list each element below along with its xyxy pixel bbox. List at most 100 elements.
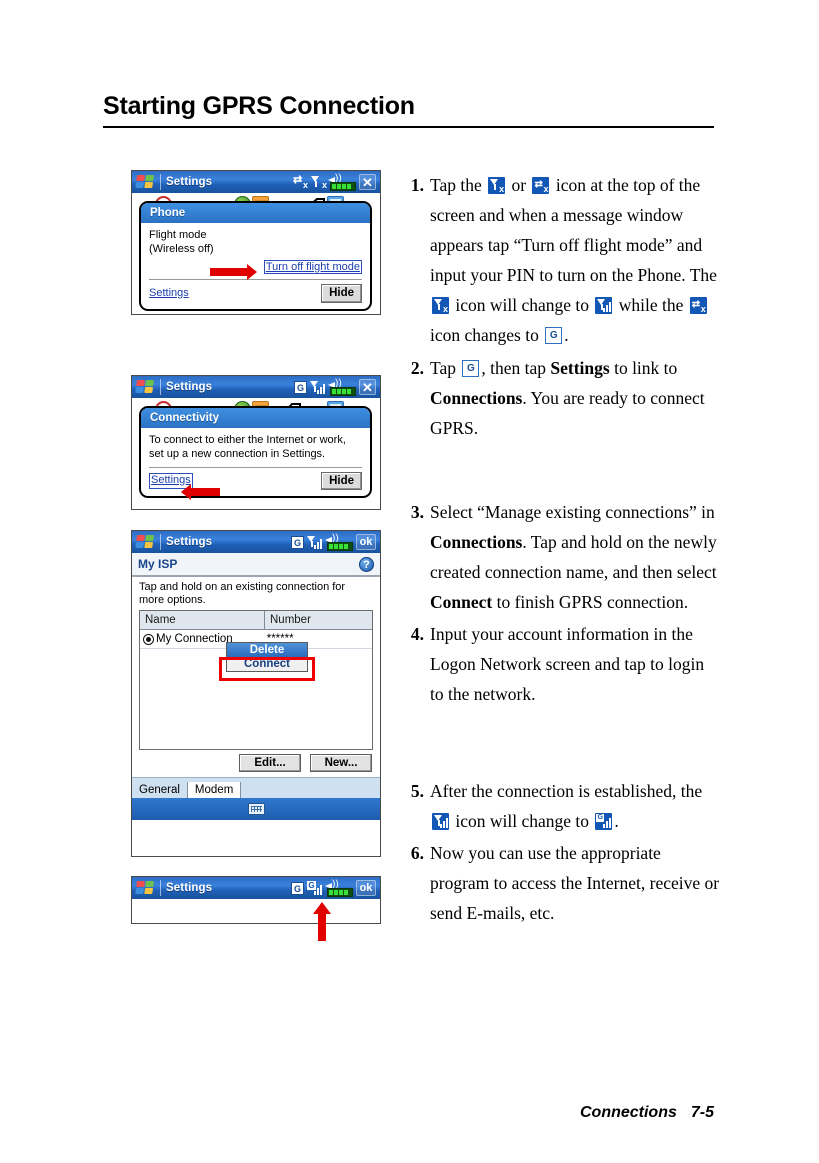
step-4: 4. Input your account information in the… bbox=[408, 619, 720, 709]
gprs-connected-icon[interactable]: G bbox=[307, 881, 322, 895]
screenshot-connected: Settings G G ok bbox=[131, 876, 381, 924]
connectivity-popup: Connectivity To connect to either the In… bbox=[139, 406, 372, 498]
step-2: 2. Tap G, then tap Settings to link to C… bbox=[408, 353, 720, 443]
speaker-icon[interactable] bbox=[325, 532, 353, 551]
tab-bar: General Modem bbox=[132, 777, 380, 799]
titlebar-divider bbox=[160, 174, 161, 190]
red-arrow-up bbox=[313, 902, 331, 941]
step-5-text: After the connection is established, the… bbox=[430, 780, 703, 831]
popup-line-2: (Wireless off) bbox=[149, 242, 214, 255]
close-icon[interactable]: ✕ bbox=[359, 379, 376, 395]
context-menu-item-delete[interactable]: Delete bbox=[227, 643, 307, 658]
page-footer: Connections 7-5 bbox=[103, 1104, 714, 1122]
gprs-badge-icon: G bbox=[462, 359, 480, 377]
titlebar-status-icons: G ✕ bbox=[294, 377, 378, 396]
step-5-number: 5. bbox=[410, 780, 424, 801]
hide-button[interactable]: Hide bbox=[321, 284, 362, 303]
titlebar: Settings G ✕ bbox=[132, 376, 380, 398]
tab-filler bbox=[241, 794, 380, 799]
page-title: Starting GPRS Connection bbox=[103, 92, 415, 120]
titlebar-divider bbox=[160, 379, 161, 395]
speaker-icon[interactable] bbox=[325, 878, 353, 897]
signal-icon bbox=[595, 297, 613, 315]
gprs-icon[interactable]: G bbox=[294, 380, 307, 394]
help-icon[interactable]: ? bbox=[359, 556, 374, 572]
titlebar-status-icons: ⇄ x x ✕ bbox=[293, 172, 378, 191]
titlebar-divider bbox=[160, 534, 161, 550]
gprs-icon[interactable]: G bbox=[291, 881, 304, 895]
battery-icon bbox=[330, 387, 356, 396]
footer-page-number: 7-5 bbox=[690, 1104, 714, 1121]
context-menu-wrapper: Delete Connect bbox=[219, 642, 315, 682]
connections-table: Name Number My Connection ****** Delete … bbox=[139, 610, 373, 751]
step-6-number: 6. bbox=[410, 842, 424, 863]
phone-off-icon: x bbox=[432, 297, 449, 315]
battery-icon bbox=[327, 542, 353, 551]
windows-start-icon[interactable] bbox=[135, 880, 156, 896]
column-header-name: Name bbox=[140, 611, 265, 630]
soft-input-bar bbox=[132, 798, 380, 821]
screenshot-my-isp: Settings G ok My ISP ? Tap and bbox=[131, 530, 381, 857]
popup-line-1: Flight mode bbox=[149, 229, 207, 241]
gprs-icon[interactable]: G bbox=[291, 535, 304, 549]
isp-title: My ISP bbox=[138, 557, 178, 571]
speaker-icon[interactable] bbox=[328, 172, 356, 191]
step-6-text: Now you can use the appropriate program … bbox=[430, 842, 720, 923]
edit-button[interactable]: Edit... bbox=[239, 754, 301, 773]
step-2-text: Tap G, then tap Settings to link to Conn… bbox=[430, 357, 705, 438]
step-4-text: Input your account information in the Lo… bbox=[430, 624, 705, 705]
step-1-number: 1. bbox=[410, 175, 424, 195]
connectivity-off-icon: ⇄ x bbox=[689, 297, 707, 315]
keyboard-icon[interactable] bbox=[247, 803, 265, 816]
windows-start-icon[interactable] bbox=[135, 379, 156, 395]
radio-selected-icon[interactable] bbox=[143, 633, 154, 645]
windows-start-icon[interactable] bbox=[135, 534, 156, 550]
step-2-number: 2. bbox=[410, 357, 424, 378]
step-3-text: Select “Manage existing connections” in … bbox=[430, 501, 717, 613]
gprs-connected-icon: G bbox=[595, 812, 613, 830]
titlebar-divider bbox=[160, 880, 161, 896]
titlebar-app-label: Settings bbox=[166, 536, 213, 548]
popup-title: Connectivity bbox=[141, 408, 370, 428]
screenshot-connectivity: Settings G ✕ bbox=[131, 375, 381, 510]
connectivity-off-icon[interactable]: ⇄ x bbox=[293, 175, 308, 190]
turn-off-flight-mode-link[interactable]: Turn off flight mode bbox=[263, 259, 362, 274]
red-arrow-right bbox=[210, 264, 257, 280]
phone-off-icon[interactable]: x bbox=[311, 175, 327, 190]
signal-icon[interactable] bbox=[310, 380, 325, 394]
step-4-number: 4. bbox=[410, 624, 424, 645]
column-header-number: Number bbox=[270, 614, 311, 627]
titlebar-app-label: Settings bbox=[166, 176, 213, 188]
battery-icon bbox=[327, 888, 353, 897]
phone-off-icon: x bbox=[488, 177, 506, 194]
isp-header: My ISP ? bbox=[132, 553, 380, 577]
ok-button[interactable]: ok bbox=[356, 534, 376, 550]
titlebar: Settings G ok bbox=[132, 531, 380, 553]
settings-link[interactable]: Settings bbox=[149, 287, 189, 301]
close-icon[interactable]: ✕ bbox=[359, 174, 376, 190]
speaker-icon[interactable] bbox=[328, 377, 356, 396]
titlebar-status-icons: G G ok bbox=[291, 878, 378, 897]
phone-popup: Phone Flight mode (Wireless off) Turn of… bbox=[139, 201, 372, 311]
title-divider bbox=[103, 125, 714, 128]
tab-modem[interactable]: Modem bbox=[187, 782, 242, 799]
highlight-box bbox=[219, 657, 315, 682]
connection-name: My Connection bbox=[156, 633, 233, 646]
red-arrow-left bbox=[181, 484, 220, 500]
gprs-badge-icon: G bbox=[545, 327, 563, 345]
windows-start-icon[interactable] bbox=[135, 174, 156, 190]
step-1: 1. Tap the x or ⇄ x icon at the top of th… bbox=[408, 170, 720, 351]
signal-icon bbox=[432, 812, 449, 830]
step-3-number: 3. bbox=[410, 501, 424, 522]
hide-button[interactable]: Hide bbox=[321, 471, 362, 490]
popup-title: Phone bbox=[141, 203, 370, 223]
step-5: 5. After the connection is established, … bbox=[408, 776, 720, 836]
signal-icon[interactable] bbox=[307, 535, 322, 549]
new-button[interactable]: New... bbox=[310, 754, 372, 773]
table-header-row: Name Number bbox=[140, 611, 372, 631]
tab-general[interactable]: General bbox=[132, 782, 188, 799]
screenshot-flight-mode: Settings ⇄ x x ✕ P bbox=[131, 170, 381, 315]
ok-button[interactable]: ok bbox=[356, 880, 376, 896]
footer-section: Connections bbox=[579, 1104, 677, 1121]
